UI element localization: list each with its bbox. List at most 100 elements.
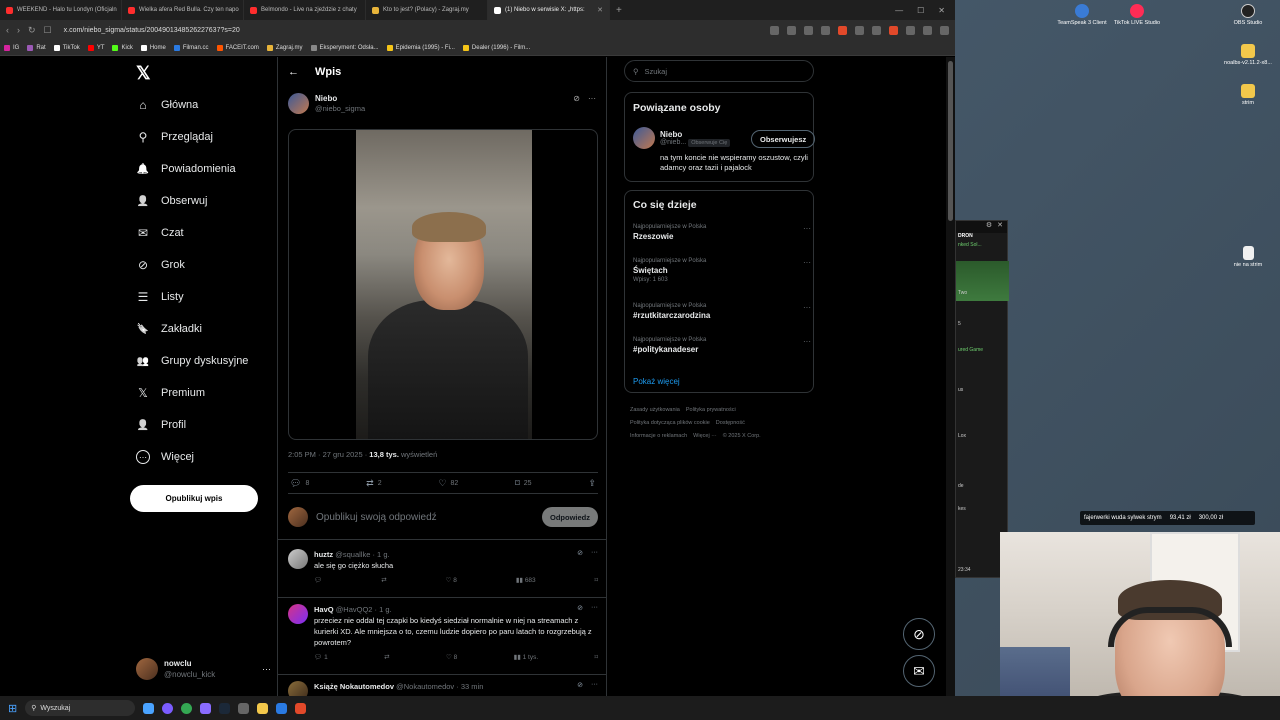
scrollbar-thumb[interactable] (948, 61, 953, 221)
bookmark-item[interactable]: Kick (112, 44, 133, 51)
desktop-icon-tiktok-live[interactable]: TikTok LIVE Studio (1107, 4, 1167, 26)
bookmark-item[interactable]: Epidemia (1995) - Fi... (386, 44, 455, 51)
desktop-icon-noalbs[interactable]: noalbs-v2.11.2-x8... (1218, 44, 1278, 66)
brave-icon[interactable] (295, 702, 307, 714)
discord-icon[interactable] (162, 702, 174, 714)
nav-item-premium[interactable]: 𝕏 Premium (136, 383, 205, 403)
file-explorer-icon[interactable] (257, 702, 269, 714)
share-icon[interactable] (770, 25, 779, 35)
grok-icon[interactable]: ⊘ (577, 681, 583, 689)
browser-tab-active[interactable]: (1) Niebo w serwisie X: „https: ✕ (488, 0, 610, 20)
page-scrollbar[interactable] (946, 57, 955, 696)
maximize-icon[interactable]: ☐ (917, 6, 924, 15)
more-icon[interactable]: ··· (803, 224, 811, 233)
search-input[interactable]: ⚲ Szukaj (624, 60, 814, 82)
extension-icon[interactable] (872, 25, 881, 35)
comment-action[interactable]: 💬︎ 1 (314, 653, 328, 661)
more-icon[interactable]: ··· (588, 94, 596, 103)
back-arrow-icon[interactable]: ← (288, 66, 299, 78)
nav-item-communities[interactable]: 👥 Grupy dyskusyjne (136, 351, 249, 371)
bookmark-item[interactable]: IG (4, 44, 19, 51)
reply-input[interactable]: Opublikuj swoją odpowiedź (316, 512, 437, 523)
browser-tab[interactable]: Kto to jest? (Polacy) - Zagraj.my (366, 0, 488, 20)
puzzle-icon[interactable] (923, 25, 932, 35)
footer-link[interactable]: Informacje o reklamach (630, 433, 687, 439)
nav-item-follow[interactable]: 👤 Obserwuj (136, 191, 208, 211)
post-button[interactable]: Opublikuj wpis (130, 485, 258, 512)
brave-shield-icon[interactable] (838, 25, 847, 35)
task-view-icon[interactable] (143, 702, 155, 714)
new-tab-button[interactable]: + (616, 5, 622, 16)
trend-item[interactable]: Najpopularniejsze w Polska #politykanade… (633, 337, 811, 354)
bookmark-item[interactable]: YT (87, 44, 104, 51)
windows-start-icon[interactable]: ⊞ (8, 702, 17, 715)
nav-item-notifications[interactable]: 🔔 Powiadomienia (136, 159, 236, 179)
bookmark-item[interactable]: FACEIT.com (216, 44, 259, 51)
post-author[interactable]: Niebo @niebo_sigma (288, 93, 365, 114)
reply-item[interactable]: huztz @squallke · 1 g. ale się go ciężko… (288, 549, 598, 584)
bookmark-item[interactable]: Zagraj.my (266, 44, 303, 51)
more-icon[interactable]: ··· (591, 549, 598, 557)
more-icon[interactable]: ··· (591, 604, 598, 612)
forward-arrow-icon[interactable]: › (17, 25, 20, 35)
menu-icon[interactable] (940, 25, 949, 35)
extension-icon[interactable] (855, 25, 864, 35)
like-action[interactable]: ♡ 8 (446, 653, 457, 661)
grok-icon[interactable]: ⊘ (577, 549, 583, 557)
extension-icon[interactable] (906, 25, 915, 35)
app-icon[interactable] (276, 702, 288, 714)
nav-item-profile[interactable]: 👤 Profil (136, 415, 186, 435)
grok-icon[interactable]: ⊘ (577, 604, 583, 612)
bookmark-item[interactable]: Filman.cc (173, 44, 209, 51)
repost-action[interactable]: ⇄ 2 (366, 478, 381, 489)
x-logo-icon[interactable]: 𝕏 (136, 63, 151, 84)
record-icon[interactable] (889, 25, 898, 35)
bookmark-item[interactable]: Home (140, 44, 166, 51)
like-action[interactable]: ♡ 8 (446, 576, 457, 584)
minimize-icon[interactable]: — (895, 6, 903, 15)
url-field[interactable]: x.com/niebo_sigma/status/200490134852622… (64, 27, 240, 34)
more-icon[interactable]: ··· (262, 664, 271, 674)
app-icon[interactable] (238, 702, 250, 714)
reply-item[interactable]: Książę Nokautomedov @Nokautomedov · 33 m… (288, 681, 598, 696)
zoom-icon[interactable] (787, 25, 796, 35)
desktop-icon-teamspeak[interactable]: TeamSpeak 3 Client (1052, 4, 1112, 26)
messages-fab-button[interactable]: ✉ (903, 655, 935, 687)
reply-action[interactable]: 💬︎ 8 (290, 478, 309, 489)
nav-item-more[interactable]: ⋯ Więcej (136, 447, 194, 467)
bookmark-item[interactable]: Dealer (1996) - Film... (462, 44, 530, 51)
browser-tab[interactable]: Wielka afera Red Bulla. Czy ten napo (122, 0, 244, 20)
footer-link[interactable]: Więcej ··· (693, 433, 717, 439)
bookmark-icon[interactable]: ⌑ (595, 653, 598, 661)
account-switcher[interactable]: nowclu @nowclu_kick ··· (136, 655, 271, 683)
browser-tab[interactable]: WEEKEND - Halo tu Londyn (Oficjaln (0, 0, 122, 20)
desktop-icon-nie-na-strim[interactable]: nie na strim (1218, 246, 1278, 268)
reply-item[interactable]: HavQ @HavQQ2 · 1 g. przeciez nie oddal t… (288, 604, 598, 661)
reply-button[interactable]: Odpowiedz (542, 507, 598, 527)
comment-icon[interactable]: 💬︎ (314, 576, 322, 584)
following-button[interactable]: Obserwujesz (751, 130, 816, 148)
footer-link[interactable]: Dostępność (716, 420, 745, 426)
desktop-icon-obs[interactable]: OBS Studio (1218, 4, 1278, 26)
nav-item-grok[interactable]: ⊘ Grok (136, 255, 185, 275)
more-icon[interactable]: ··· (803, 258, 811, 267)
views-action[interactable]: ▮▮ 1 tys. (514, 653, 539, 661)
more-icon[interactable]: ··· (591, 681, 598, 689)
settings-icon[interactable]: ⚙ (986, 221, 992, 233)
footer-link[interactable]: Polityka dotycząca plików cookie (630, 420, 710, 426)
nav-item-lists[interactable]: ☰ Listy (136, 287, 184, 307)
extension-icon[interactable] (804, 25, 813, 35)
more-icon[interactable]: ··· (803, 337, 811, 346)
app-icon[interactable] (200, 702, 212, 714)
nav-item-chat[interactable]: ✉ Czat (136, 223, 184, 243)
trend-item[interactable]: Najpopularniejsze w Polska Rzeszowie ··· (633, 224, 811, 241)
trend-item[interactable]: Najpopularniejsze w Polska #rzutkitarcza… (633, 303, 811, 320)
repost-icon[interactable]: ⇄ (384, 653, 389, 661)
bookmark-item[interactable]: Rat (27, 44, 46, 51)
repost-icon[interactable]: ⇄ (381, 576, 386, 584)
footer-link[interactable]: Polityka prywatności (686, 407, 736, 413)
nav-item-home[interactable]: ⌂ Główna (136, 95, 198, 115)
steam-icon[interactable] (219, 702, 231, 714)
like-action[interactable]: ♡ 82 (438, 478, 458, 489)
footer-link[interactable]: Zasady użytkowania (630, 407, 680, 413)
